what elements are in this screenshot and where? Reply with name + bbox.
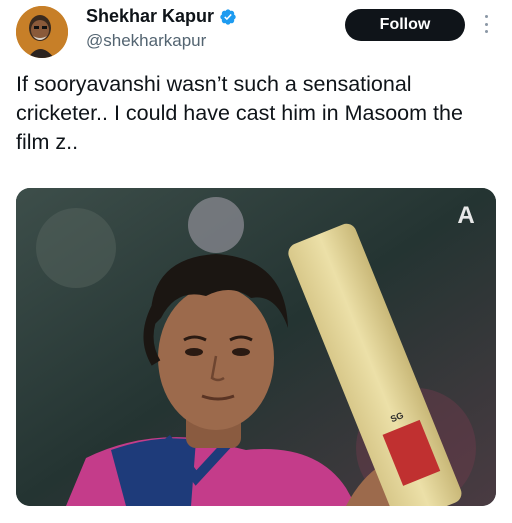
author-avatar[interactable] (16, 6, 68, 58)
media-watermark: A (457, 202, 474, 229)
tweet-media-image[interactable]: SG A (16, 188, 496, 506)
author-name-row: Shekhar Kapur (86, 6, 237, 27)
follow-button[interactable]: Follow (345, 9, 465, 41)
tweet-header: Shekhar Kapur @shekharkapur Follow (0, 0, 512, 64)
tweet-text: If sooryavanshi wasn’t such a sensationa… (16, 72, 463, 154)
verified-badge-icon (219, 8, 237, 26)
more-dot (484, 15, 488, 18)
author-name[interactable]: Shekhar Kapur (86, 6, 214, 27)
more-dot (484, 22, 488, 26)
more-vertical-icon[interactable] (478, 12, 494, 36)
author-handle[interactable]: @shekharkapur (86, 31, 206, 51)
more-dot (484, 30, 488, 33)
